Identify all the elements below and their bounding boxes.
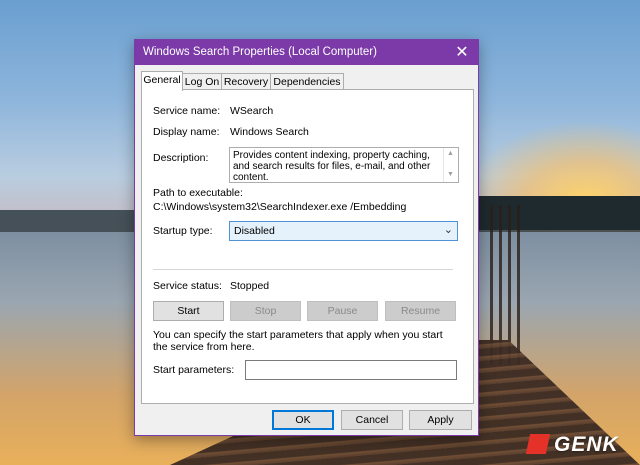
startup-type-value: Disabled <box>234 225 275 237</box>
ok-button[interactable]: OK <box>272 410 334 430</box>
path-value: C:\Windows\system32\SearchIndexer.exe /E… <box>153 201 407 213</box>
description-box[interactable]: Provides content indexing, property cach… <box>229 147 459 183</box>
scroll-up-icon[interactable]: ▲ <box>447 150 454 157</box>
tab-recovery[interactable]: Recovery <box>221 73 271 90</box>
start-params-label: Start parameters: <box>153 364 235 376</box>
startup-type-select[interactable]: Disabled ⌄ <box>229 221 458 241</box>
close-icon[interactable]: ✕ <box>446 40 478 65</box>
properties-dialog: Windows Search Properties (Local Compute… <box>134 39 479 436</box>
service-status-label: Service status: <box>153 280 222 292</box>
display-name-label: Display name: <box>153 126 220 138</box>
description-label: Description: <box>153 152 209 164</box>
tab-log-on[interactable]: Log On <box>182 73 222 90</box>
path-label: Path to executable: <box>153 187 243 199</box>
apply-button[interactable]: Apply <box>409 410 472 430</box>
description-scrollbar[interactable]: ▲ ▼ <box>443 148 458 182</box>
display-name-value: Windows Search <box>230 126 309 138</box>
pause-button[interactable]: Pause <box>307 301 378 321</box>
start-button[interactable]: Start <box>153 301 224 321</box>
dialog-titlebar[interactable]: Windows Search Properties (Local Compute… <box>135 40 478 65</box>
genk-logo: GENK <box>525 432 636 456</box>
general-panel: Service name: WSearch Display name: Wind… <box>141 89 474 404</box>
genk-logo-text: GENK <box>554 433 619 456</box>
resume-button[interactable]: Resume <box>385 301 456 321</box>
tab-general[interactable]: General <box>141 71 183 91</box>
description-text: Provides content indexing, property cach… <box>233 150 431 183</box>
chevron-down-icon: ⌄ <box>443 224 453 236</box>
cancel-button[interactable]: Cancel <box>341 410 403 430</box>
service-name-value: WSearch <box>230 105 274 117</box>
start-params-input[interactable] <box>245 360 457 380</box>
startup-type-label: Startup type: <box>153 225 213 237</box>
dialog-title: Windows Search Properties (Local Compute… <box>143 46 377 58</box>
scroll-down-icon[interactable]: ▼ <box>447 171 454 178</box>
stop-button[interactable]: Stop <box>230 301 301 321</box>
genk-logo-mark <box>525 434 551 454</box>
service-status-value: Stopped <box>230 280 270 292</box>
tab-dependencies[interactable]: Dependencies <box>270 73 344 90</box>
section-divider <box>153 269 453 270</box>
service-name-label: Service name: <box>153 105 221 117</box>
start-params-info: You can specify the start parameters tha… <box>153 329 443 353</box>
